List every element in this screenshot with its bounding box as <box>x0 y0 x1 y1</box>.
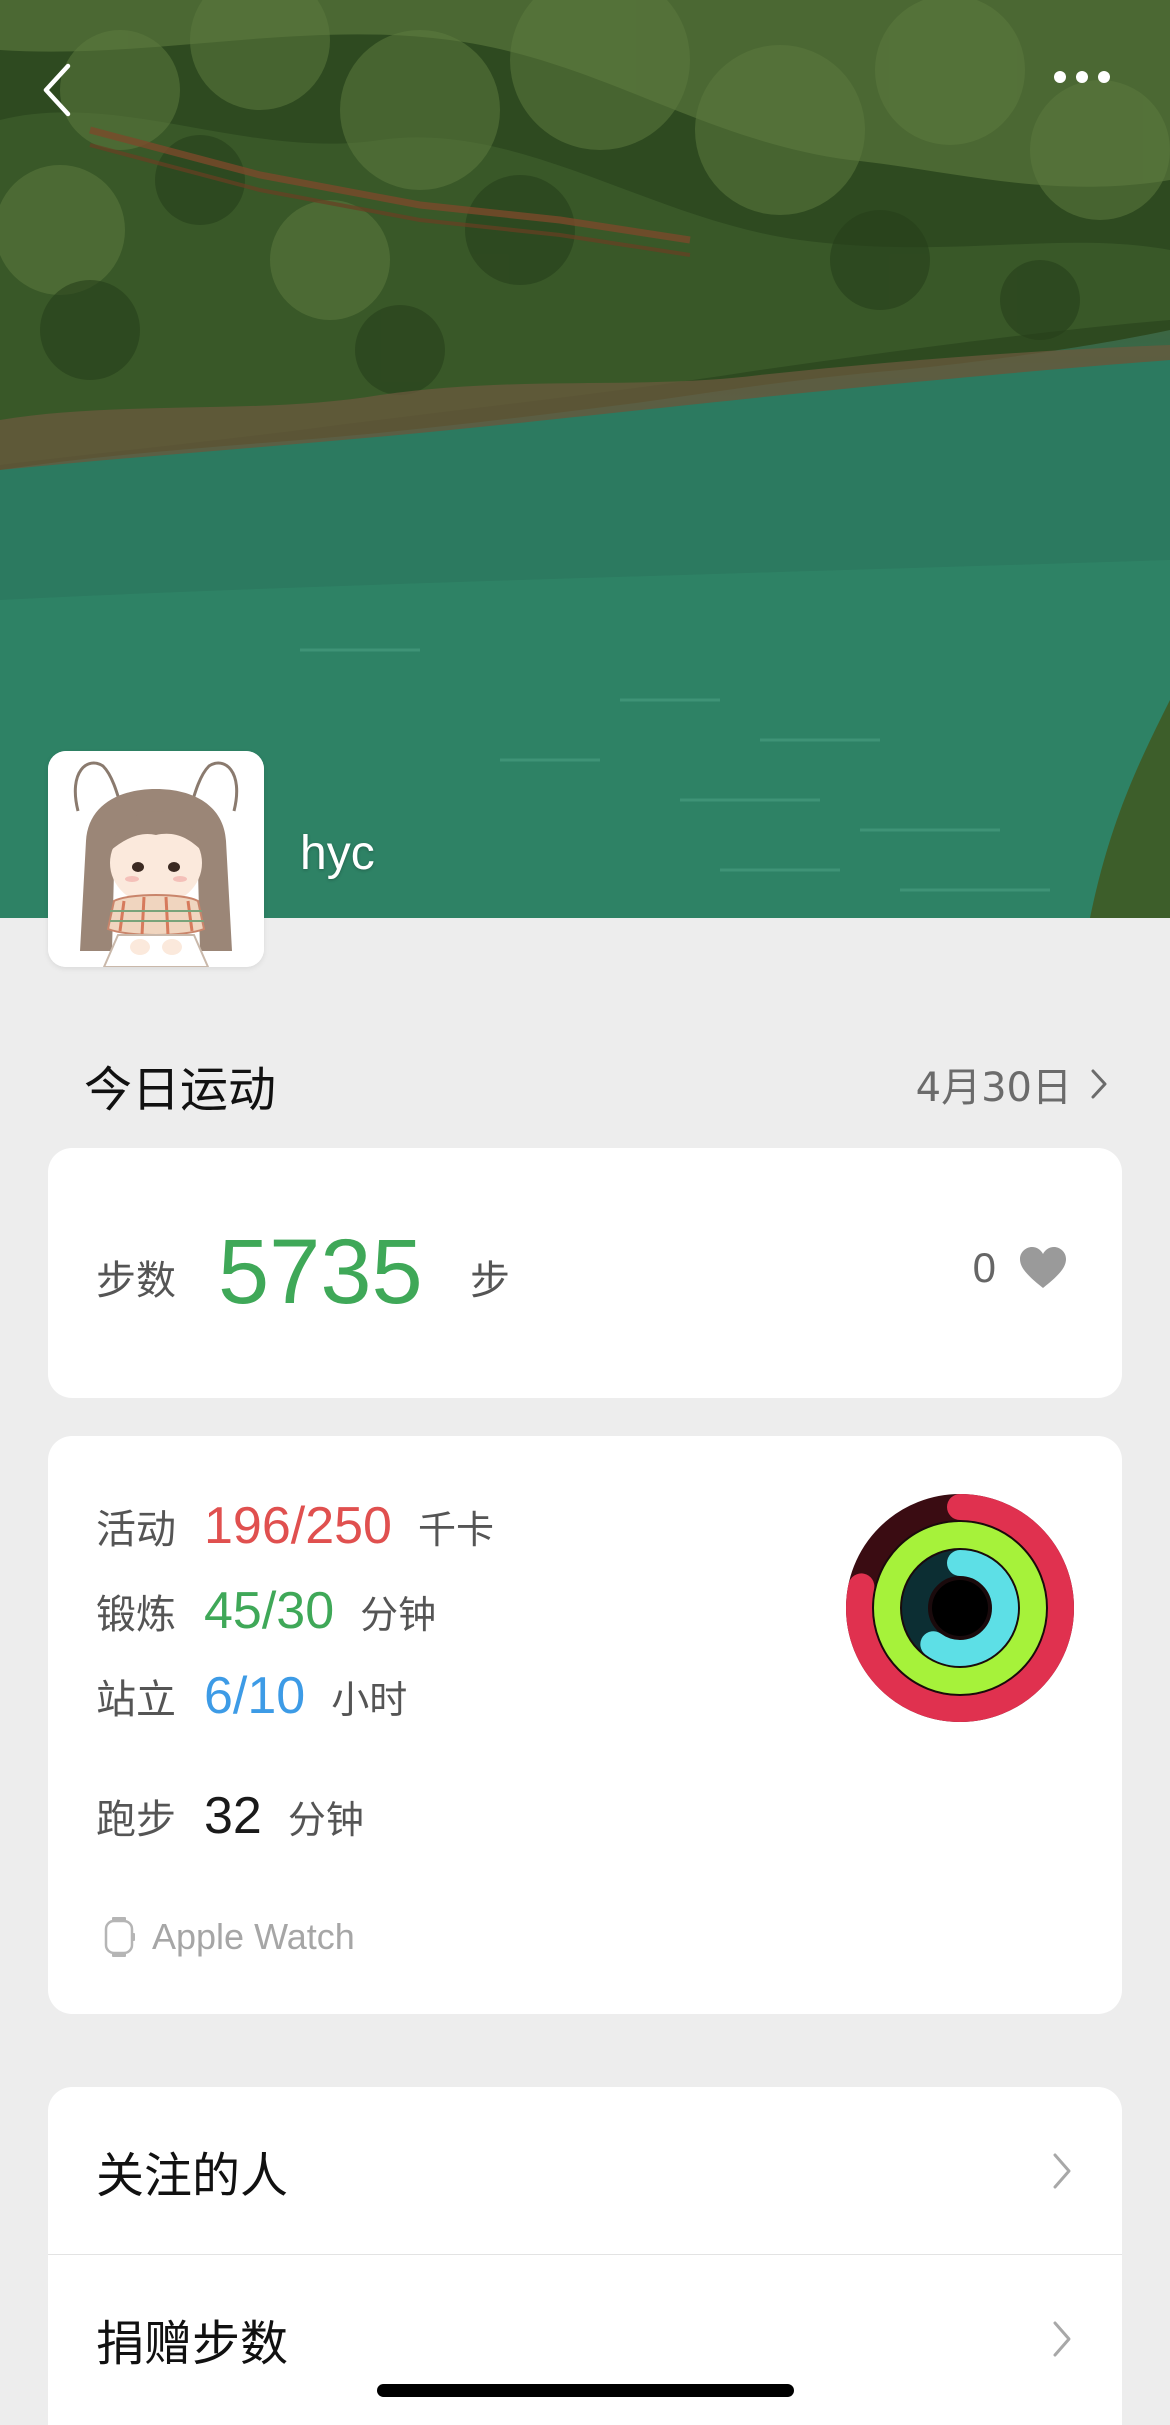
date-selector[interactable]: 4月30日 <box>916 1055 1108 1113</box>
menu-item-label: 捐赠步数 <box>96 2316 289 2372</box>
move-metric: 活动 196/250 千卡 <box>96 1496 494 1556</box>
watch-icon <box>104 1917 135 1957</box>
more-button[interactable] <box>1052 70 1132 130</box>
device-source: Apple Watch <box>100 1916 355 1958</box>
heart-icon <box>1020 1247 1066 1288</box>
move-unit: 千卡 <box>417 1508 494 1552</box>
menu-item-label: 关注的人 <box>96 2147 289 2204</box>
menu-item-following[interactable]: 关注的人 <box>48 2087 1122 2255</box>
exercise-unit: 分钟 <box>360 1593 437 1637</box>
username: hyc <box>300 827 375 880</box>
home-indicator[interactable] <box>377 2384 794 2397</box>
run-metric: 跑步 32 分钟 <box>96 1786 364 1846</box>
move-value: 196/250 <box>204 1497 392 1555</box>
run-label: 跑步 <box>96 1797 176 1843</box>
like-count: 0 <box>972 1244 996 1291</box>
menu-card: 关注的人 捐赠步数 <box>48 2087 1122 2425</box>
more-dots-icon <box>1054 71 1110 83</box>
steps-value: 5735 <box>218 1221 423 1323</box>
activity-card[interactable]: 活动 196/250 千卡 锻炼 45/30 分钟 站立 6/10 小时 跑步 … <box>48 1436 1122 2014</box>
menu-item-donate-steps[interactable]: 捐赠步数 <box>48 2255 1122 2423</box>
stand-value: 6/10 <box>204 1667 306 1725</box>
activity-rings <box>846 1494 1074 1722</box>
avatar-illustration <box>48 751 264 967</box>
back-button[interactable] <box>40 62 90 132</box>
date-label: 4月30日 <box>915 1065 1072 1111</box>
steps-unit: 步 <box>470 1258 510 1304</box>
run-value: 32 <box>204 1787 262 1845</box>
avatar[interactable] <box>48 751 264 967</box>
stand-label: 站立 <box>96 1677 176 1723</box>
like-button[interactable]: 0 <box>973 1244 1068 1292</box>
exercise-metric: 锻炼 45/30 分钟 <box>96 1581 436 1641</box>
steps-card[interactable]: 步数 5735 步 0 <box>48 1148 1122 1398</box>
chevron-right-icon <box>1053 2321 1071 2357</box>
run-unit: 分钟 <box>287 1798 364 1842</box>
stand-metric: 站立 6/10 小时 <box>96 1666 407 1726</box>
device-name: Apple Watch <box>152 1916 355 1957</box>
chevron-left-icon <box>43 63 71 117</box>
steps-label: 步数 <box>96 1258 176 1304</box>
today-exercise-title: 今日运动 <box>84 1062 277 1118</box>
chevron-right-icon <box>1091 1069 1107 1099</box>
move-label: 活动 <box>96 1507 176 1553</box>
exercise-value: 45/30 <box>204 1582 335 1640</box>
chevron-right-icon <box>1053 2153 1071 2188</box>
exercise-label: 锻炼 <box>96 1592 176 1638</box>
stand-unit: 小时 <box>331 1678 408 1722</box>
